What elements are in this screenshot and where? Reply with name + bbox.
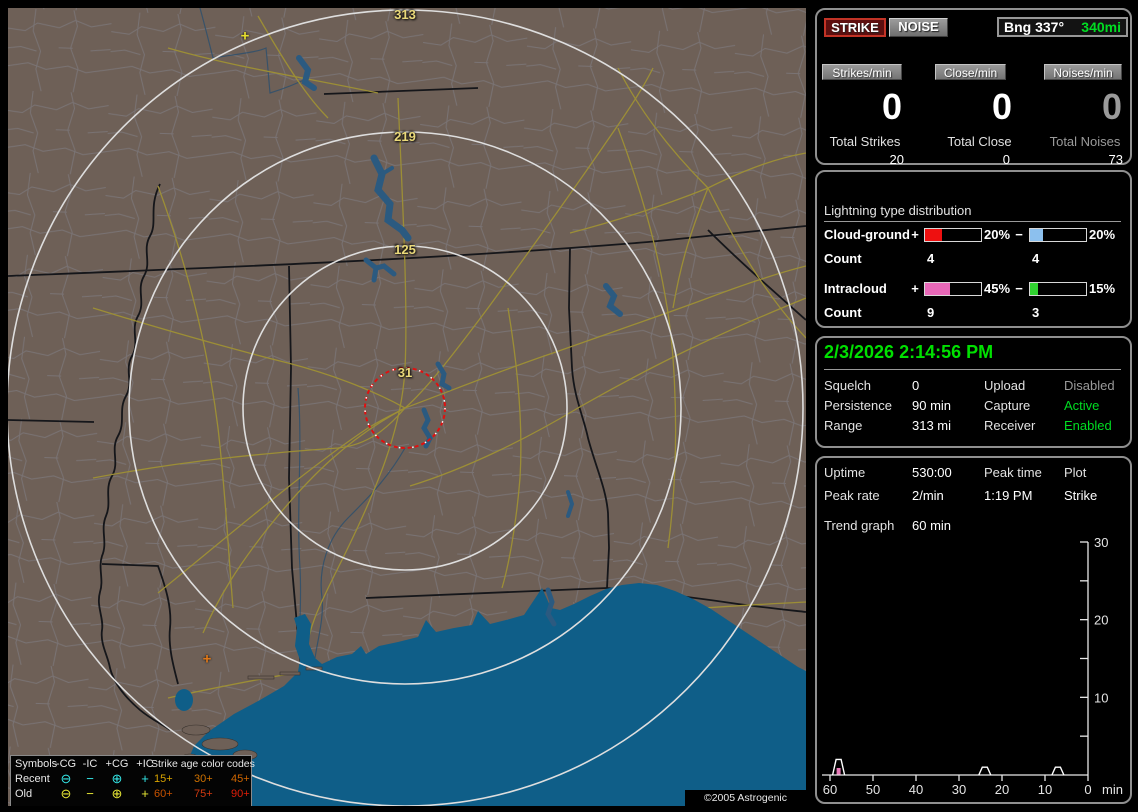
noises-per-min-chip[interactable]: Noises/min: [1044, 64, 1122, 80]
legend-col-nic: -IC: [82, 758, 98, 770]
bearing-display: Bng 337° 340mi: [997, 17, 1128, 37]
distribution-title: Lightning type distribution: [824, 203, 1121, 222]
intracloud-label: Intracloud: [824, 281, 887, 296]
strike-symbol: +: [240, 27, 250, 45]
cg-positive-pct: 20%: [984, 227, 1011, 242]
count-label: Count: [824, 305, 862, 320]
svg-text:10: 10: [1038, 782, 1052, 797]
total-noises-label: Total Noises: [1049, 134, 1121, 149]
legend-age-header: Strike age color codes: [151, 758, 255, 770]
status-panel: 2/3/2026 2:14:56 PM Squelch 0 Upload Dis…: [815, 336, 1132, 448]
trend-graph: 10 20 30 60 50 40 30 20 10 0 min: [822, 535, 1123, 797]
cg-negative-pct: 20%: [1089, 227, 1116, 242]
ic-positive-count: 9: [927, 305, 935, 320]
legend-col-pcg: +CG: [105, 758, 129, 770]
copyright-text: ©2005 Astrogenic Systems: [685, 790, 806, 806]
bearing-value: Bng 337°: [1004, 19, 1065, 35]
distribution-panel: Lightning type distribution Cloud-ground…: [815, 170, 1132, 328]
ring-label-125: 125: [394, 242, 416, 257]
plus-sign: +: [911, 281, 919, 296]
range-label: Range: [824, 418, 863, 433]
datetime-display: 2/3/2026 2:14:56 PM: [824, 342, 1121, 370]
svg-text:10: 10: [1094, 690, 1108, 705]
noise-button[interactable]: NOISE: [889, 18, 948, 37]
age-45: 45+: [231, 773, 250, 785]
strikes-per-min-chip[interactable]: Strikes/min: [822, 64, 902, 80]
legend-col-ncg: -CG: [55, 758, 77, 770]
ring-label-313: 313: [394, 8, 416, 22]
ic-positive-bar: [924, 282, 982, 296]
close-rate-value: 0: [991, 86, 1012, 127]
capture-status: Active: [1064, 398, 1100, 413]
age-75: 75+: [194, 788, 213, 800]
ic-negative-count: 3: [1032, 305, 1040, 320]
ic-negative-pct: 15%: [1089, 281, 1116, 296]
ring-label-31: 31: [397, 365, 413, 380]
ic-negative-bar: [1029, 282, 1087, 296]
total-strikes-label: Total Strikes: [829, 134, 901, 149]
total-close-label: Total Close: [947, 134, 1012, 149]
capture-label: Capture: [984, 398, 1031, 413]
receiver-status: Enabled: [1064, 418, 1112, 433]
neg-cg-old-icon: ⊖: [60, 786, 72, 801]
svg-text:40: 40: [909, 782, 923, 797]
cloud-ground-label: Cloud-ground: [824, 227, 910, 242]
pos-cg-old-icon: ⊕: [111, 786, 123, 801]
svg-text:0: 0: [1084, 782, 1091, 797]
noises-rate-value: 0: [1101, 86, 1122, 127]
strikes-rate-value: 0: [881, 86, 902, 127]
pos-cg-recent-icon: ⊕: [111, 771, 123, 786]
map-panel[interactable]: 313 219 125 31 + + Symbols -CG -IC +CG +I…: [8, 8, 806, 806]
counters-panel: STRIKE NOISE Bng 337° 340mi Strikes/min …: [815, 8, 1132, 167]
neg-ic-old-icon: −: [86, 786, 94, 801]
trend-panel: Uptime 530:00 Peak time Plot Peak rate 2…: [815, 456, 1132, 804]
persistence-value: 90 min: [912, 398, 952, 413]
legend-symbols-header: Symbols: [15, 758, 58, 770]
minus-sign: −: [1015, 227, 1023, 242]
squelch-value: 0: [912, 378, 920, 393]
cg-negative-bar: [1029, 228, 1087, 242]
svg-text:30: 30: [952, 782, 966, 797]
legend-row-old-label: Old: [15, 788, 33, 800]
map-svg: [8, 8, 806, 806]
upload-label: Upload: [984, 378, 1026, 393]
ring-label-219: 219: [394, 129, 416, 144]
age-90: 90+: [231, 788, 250, 800]
neg-cg-recent-icon: ⊖: [60, 771, 72, 786]
receiver-label: Receiver: [984, 418, 1036, 433]
svg-text:50: 50: [866, 782, 880, 797]
svg-text:60: 60: [823, 782, 837, 797]
total-strikes-value: 20: [889, 152, 904, 167]
age-60: 60+: [154, 788, 173, 800]
age-15: 15+: [154, 773, 173, 785]
neg-ic-recent-icon: −: [86, 771, 94, 786]
strike-button[interactable]: STRIKE: [824, 18, 886, 37]
squelch-label: Squelch: [824, 378, 871, 393]
count-label: Count: [824, 251, 862, 266]
age-30: 30+: [194, 773, 213, 785]
ic-positive-pct: 45%: [984, 281, 1011, 296]
cg-positive-count: 4: [927, 251, 935, 266]
bearing-distance: 340mi: [1081, 19, 1121, 35]
cg-positive-bar: [924, 228, 982, 242]
close-per-min-chip[interactable]: Close/min: [935, 64, 1006, 80]
cg-negative-count: 4: [1032, 251, 1040, 266]
strike-symbol: +: [202, 650, 212, 668]
plus-sign: +: [911, 227, 919, 242]
persistence-label: Persistence: [824, 398, 892, 413]
svg-text:30: 30: [1094, 535, 1108, 550]
upload-status: Disabled: [1064, 378, 1115, 393]
map-legend: Symbols -CG -IC +CG +IC Strike age color…: [10, 755, 255, 806]
svg-text:20: 20: [1094, 613, 1108, 628]
minus-sign: −: [1015, 281, 1023, 296]
app-window: 313 219 125 31 + + Symbols -CG -IC +CG +I…: [0, 0, 1138, 812]
legend-row-recent-label: Recent: [15, 773, 50, 785]
range-value: 313 mi: [912, 418, 952, 433]
total-noises-value: 73: [1108, 152, 1123, 167]
svg-text:20: 20: [995, 782, 1009, 797]
total-close-value: 0: [1002, 152, 1010, 167]
svg-text:min: min: [1102, 782, 1123, 797]
